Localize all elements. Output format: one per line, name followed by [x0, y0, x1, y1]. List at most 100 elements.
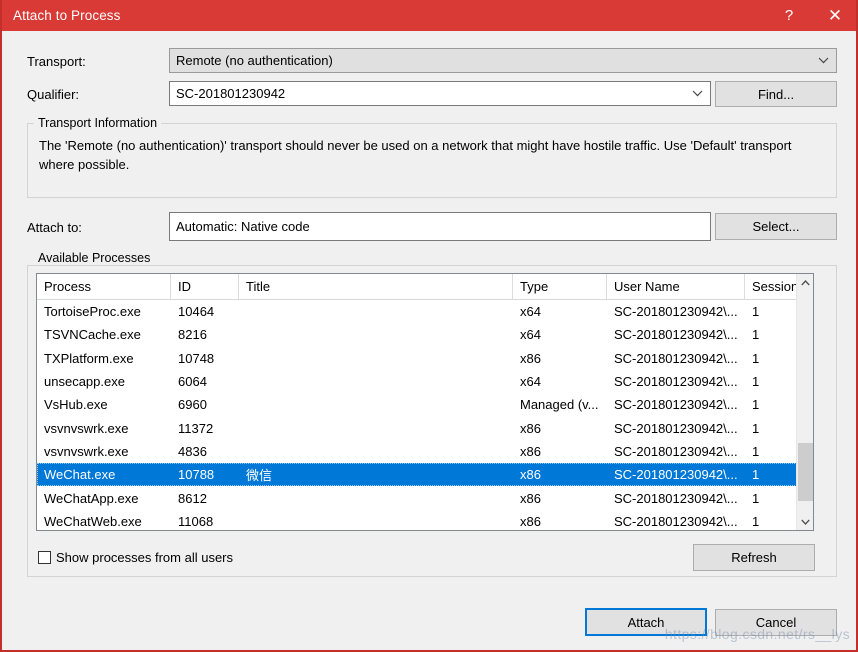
process-list-header: Process ID Title Type User Name Session	[37, 274, 813, 300]
process-list-scrollbar[interactable]	[796, 274, 813, 530]
find-button[interactable]: Find...	[715, 81, 837, 107]
table-row[interactable]: TXPlatform.exe 10748 x86 SC-201801230942\..…	[37, 347, 813, 370]
transport-label: Transport:	[27, 54, 86, 69]
show-all-users-label: Show processes from all users	[56, 550, 234, 565]
transport-combo[interactable]: Remote (no authentication)	[169, 48, 837, 73]
cell-process: vsvnvswrk.exe	[44, 420, 129, 436]
table-row[interactable]: WeChatWeb.exe 11068 x86 SC-201801230942\...…	[37, 510, 813, 530]
cell-session: 1	[752, 374, 760, 390]
attach-to-value: Automatic: Native code	[176, 219, 310, 234]
available-processes-title: Available Processes	[34, 251, 155, 265]
table-row[interactable]: TSVNCache.exe 8216 x64 SC-201801230942\... 1	[37, 323, 813, 346]
column-header-id[interactable]: ID	[171, 274, 239, 299]
close-icon[interactable]: ✕	[812, 0, 856, 31]
table-row[interactable]: WeChat.exe 10788 微信 x86 SC-201801230942\... 1	[37, 463, 813, 487]
transport-information-title: Transport Information	[34, 116, 162, 130]
cell-user-name: SC-201801230942\...	[614, 443, 738, 459]
scrollbar-track[interactable]	[797, 291, 813, 513]
cell-title	[239, 300, 513, 323]
table-row[interactable]: VsHub.exe 6960 Managed (v... SC-20180123094…	[37, 393, 813, 416]
cell-id: 6064	[178, 374, 207, 390]
show-all-users-checkbox[interactable]	[38, 551, 51, 564]
cell-type: x86	[520, 513, 541, 529]
cell-type: x86	[520, 490, 541, 506]
cell-session: 1	[752, 513, 760, 529]
cell-id: 8612	[178, 490, 207, 506]
cell-type: x86	[520, 350, 541, 366]
cell-session: 1	[752, 304, 760, 320]
cell-id: 6960	[178, 397, 207, 413]
cell-process: WeChat.exe	[44, 467, 116, 483]
chevron-down-icon	[688, 82, 710, 105]
cell-id: 8216	[178, 327, 207, 343]
cell-user-name: SC-201801230942\...	[614, 467, 738, 483]
refresh-button[interactable]: Refresh	[693, 544, 815, 571]
scroll-down-icon[interactable]	[797, 513, 813, 530]
select-button[interactable]: Select...	[715, 213, 837, 240]
table-row[interactable]: TortoiseProc.exe 10464 x64 SC-201801230942\…	[37, 300, 813, 323]
cell-session: 1	[752, 397, 760, 413]
cell-session: 1	[752, 327, 760, 343]
title-bar: Attach to Process ? ✕	[2, 0, 856, 31]
cell-process: TXPlatform.exe	[44, 350, 134, 366]
table-row[interactable]: vsvnvswrk.exe 4836 x86 SC-201801230942\... 1	[37, 440, 813, 463]
column-header-title[interactable]: Title	[239, 274, 513, 299]
attach-to-process-dialog: Attach to Process ? ✕ Transport: Remote …	[0, 0, 858, 652]
window-title: Attach to Process	[13, 8, 121, 23]
cell-type: x86	[520, 443, 541, 459]
column-header-user-name[interactable]: User Name	[607, 274, 745, 299]
column-header-type[interactable]: Type	[513, 274, 607, 299]
cell-process: VsHub.exe	[44, 397, 108, 413]
cell-title	[239, 347, 513, 370]
cancel-button[interactable]: Cancel	[715, 609, 837, 636]
attach-to-field[interactable]: Automatic: Native code	[169, 212, 711, 241]
column-header-process[interactable]: Process	[37, 274, 171, 299]
cell-user-name: SC-201801230942\...	[614, 374, 738, 390]
process-list[interactable]: Process ID Title Type User Name Session …	[36, 273, 814, 531]
cell-type: Managed (v...	[520, 397, 599, 413]
attach-button[interactable]: Attach	[585, 608, 707, 636]
cell-title	[239, 416, 513, 439]
show-all-users-row[interactable]: Show processes from all users	[38, 550, 233, 565]
table-row[interactable]: WeChatApp.exe 8612 x86 SC-201801230942\... 1	[37, 486, 813, 509]
cell-session: 1	[752, 467, 760, 483]
cell-type: x64	[520, 327, 541, 343]
cell-user-name: SC-201801230942\...	[614, 350, 738, 366]
cell-process: WeChatWeb.exe	[44, 513, 142, 529]
cell-process: vsvnvswrk.exe	[44, 443, 129, 459]
cell-process: unsecapp.exe	[44, 374, 125, 390]
table-row[interactable]: unsecapp.exe 6064 x64 SC-201801230942\... 1	[37, 370, 813, 393]
table-row[interactable]: vsvnvswrk.exe 11372 x86 SC-201801230942\...…	[37, 416, 813, 439]
cell-session: 1	[752, 350, 760, 366]
cell-id: 10748	[178, 350, 215, 366]
cell-type: x86	[520, 420, 541, 436]
cell-id: 11068	[178, 513, 214, 529]
cell-title	[239, 393, 513, 416]
help-icon[interactable]: ?	[766, 0, 812, 31]
cell-user-name: SC-201801230942\...	[614, 304, 738, 320]
cell-user-name: SC-201801230942\...	[614, 420, 738, 436]
cell-process: TortoiseProc.exe	[44, 304, 141, 320]
chevron-down-icon	[814, 49, 836, 72]
cell-id: 4836	[178, 443, 207, 459]
cell-user-name: SC-201801230942\...	[614, 490, 738, 506]
cell-title	[239, 510, 513, 530]
cell-process: WeChatApp.exe	[44, 490, 139, 506]
cell-session: 1	[752, 490, 760, 506]
transport-value: Remote (no authentication)	[176, 53, 333, 68]
cell-id: 11372	[178, 420, 214, 436]
qualifier-combo[interactable]: SC-201801230942	[169, 81, 711, 106]
cell-type: x64	[520, 304, 541, 320]
cell-process: TSVNCache.exe	[44, 327, 141, 343]
cell-user-name: SC-201801230942\...	[614, 327, 738, 343]
cell-id: 10464	[178, 304, 215, 320]
scrollbar-thumb[interactable]	[798, 443, 813, 501]
column-header-session[interactable]: Session	[745, 274, 797, 299]
cell-type: x86	[520, 467, 541, 483]
cell-type: x64	[520, 374, 541, 390]
process-list-body: TortoiseProc.exe 10464 x64 SC-201801230942\…	[37, 300, 813, 530]
cell-session: 1	[752, 443, 760, 459]
attach-to-label: Attach to:	[27, 220, 82, 235]
cell-title	[239, 486, 513, 509]
scroll-up-icon[interactable]	[797, 274, 813, 291]
